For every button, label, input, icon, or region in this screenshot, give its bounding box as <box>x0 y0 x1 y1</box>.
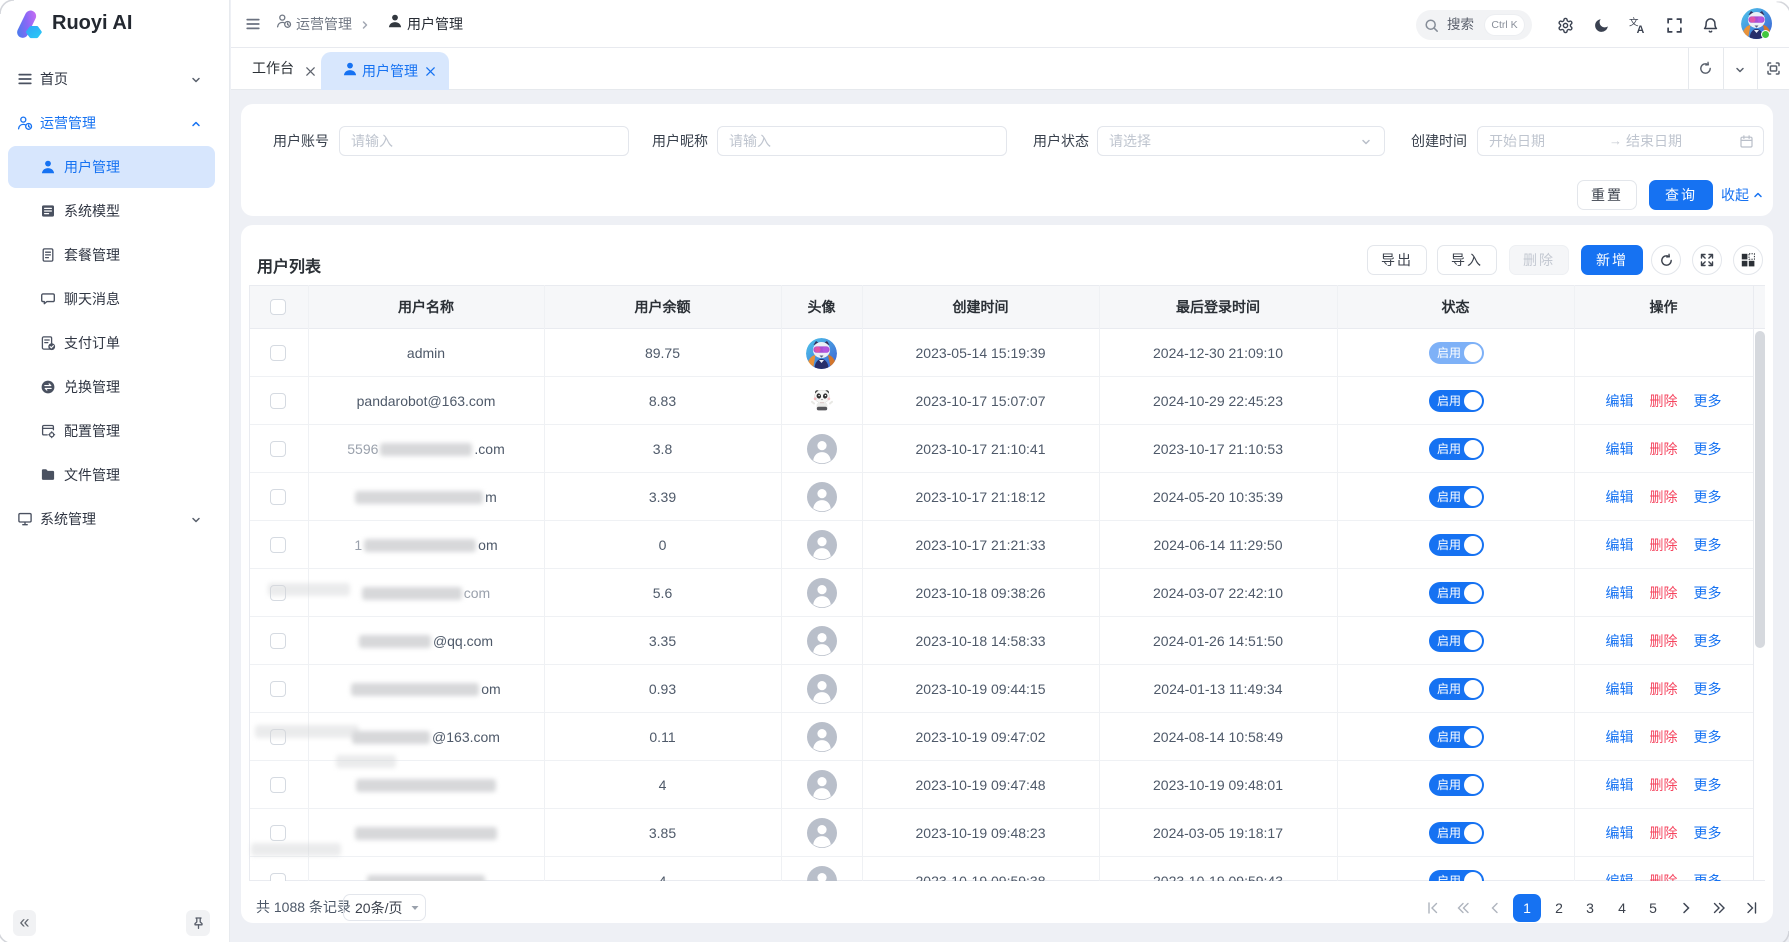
svg-text:A: A <box>1637 24 1645 34</box>
